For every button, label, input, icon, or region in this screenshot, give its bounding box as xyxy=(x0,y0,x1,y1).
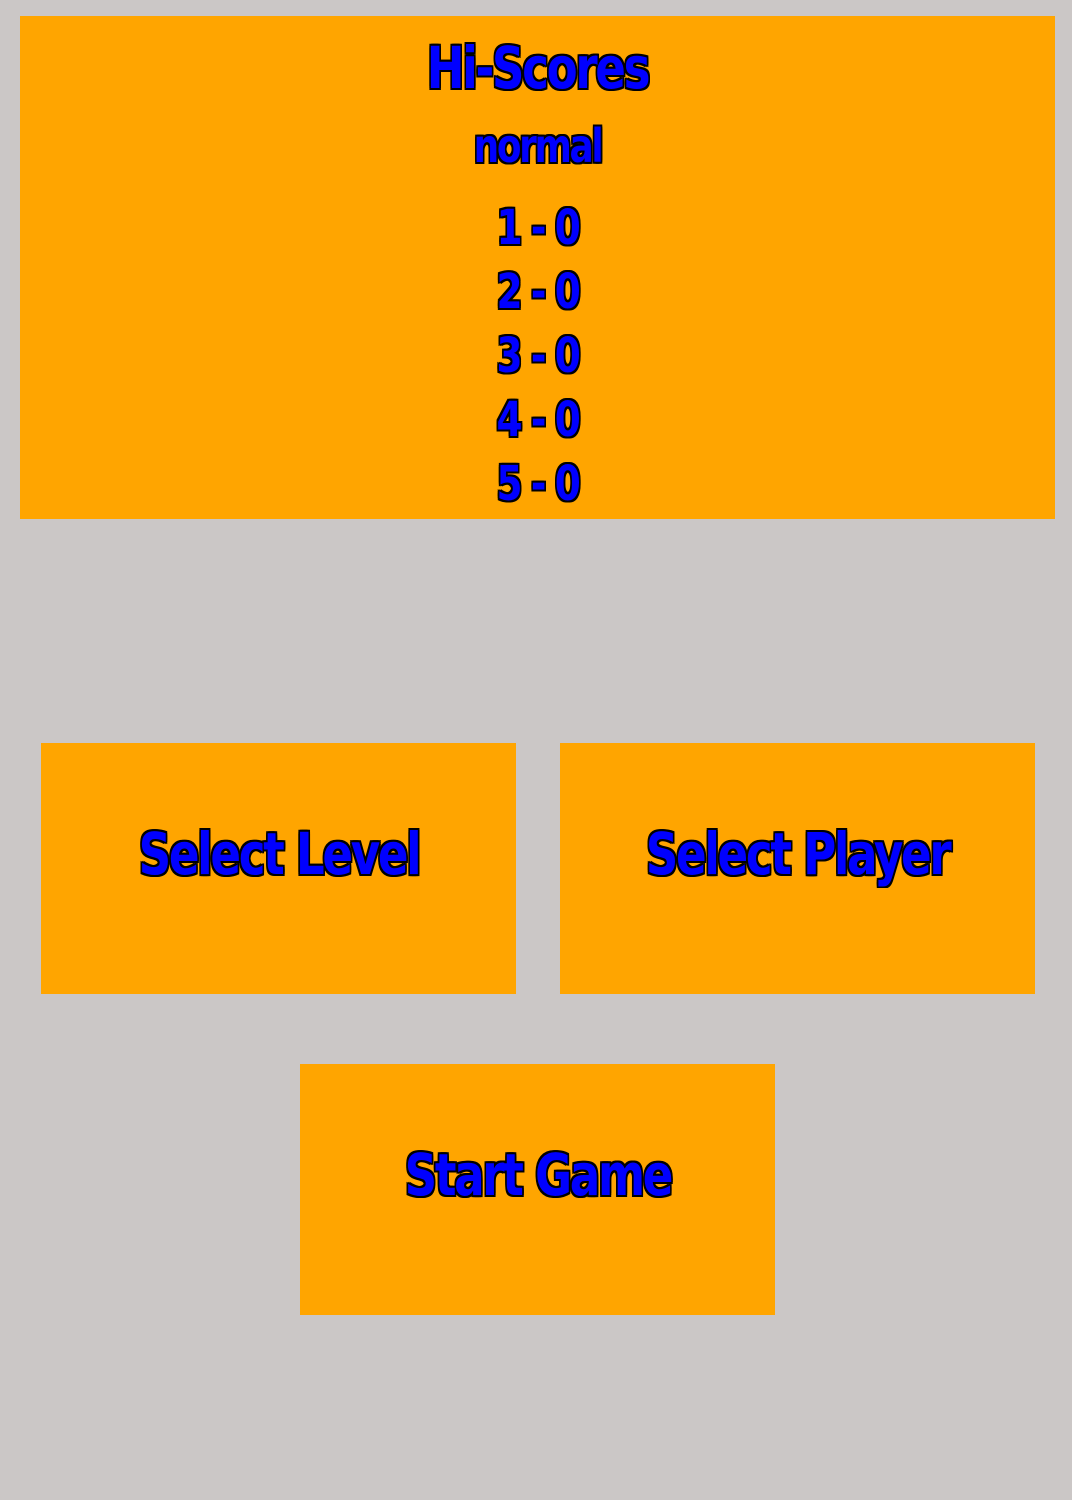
score-row: 1 - 0 xyxy=(496,200,580,256)
start-game-label: Start Game xyxy=(404,1140,673,1209)
start-game-button[interactable]: Start Game xyxy=(300,1064,775,1315)
score-row: 2 - 0 xyxy=(496,264,580,320)
select-level-label: Select Level xyxy=(138,819,421,888)
select-player-button[interactable]: Select Player xyxy=(560,743,1035,994)
select-level-button[interactable]: Select Level xyxy=(41,743,516,994)
hiscore-title: Hi-Scores xyxy=(426,34,651,102)
hiscore-panel: Hi-Scores normal 1 - 0 2 - 0 3 - 0 4 - 0… xyxy=(20,16,1055,519)
score-row: 4 - 0 xyxy=(496,392,580,448)
select-player-label: Select Player xyxy=(645,819,952,888)
score-row: 3 - 0 xyxy=(496,328,580,384)
hiscore-mode: normal xyxy=(473,119,604,173)
score-list: 1 - 0 2 - 0 3 - 0 4 - 0 5 - 0 xyxy=(20,196,1055,516)
score-row: 5 - 0 xyxy=(496,456,580,512)
